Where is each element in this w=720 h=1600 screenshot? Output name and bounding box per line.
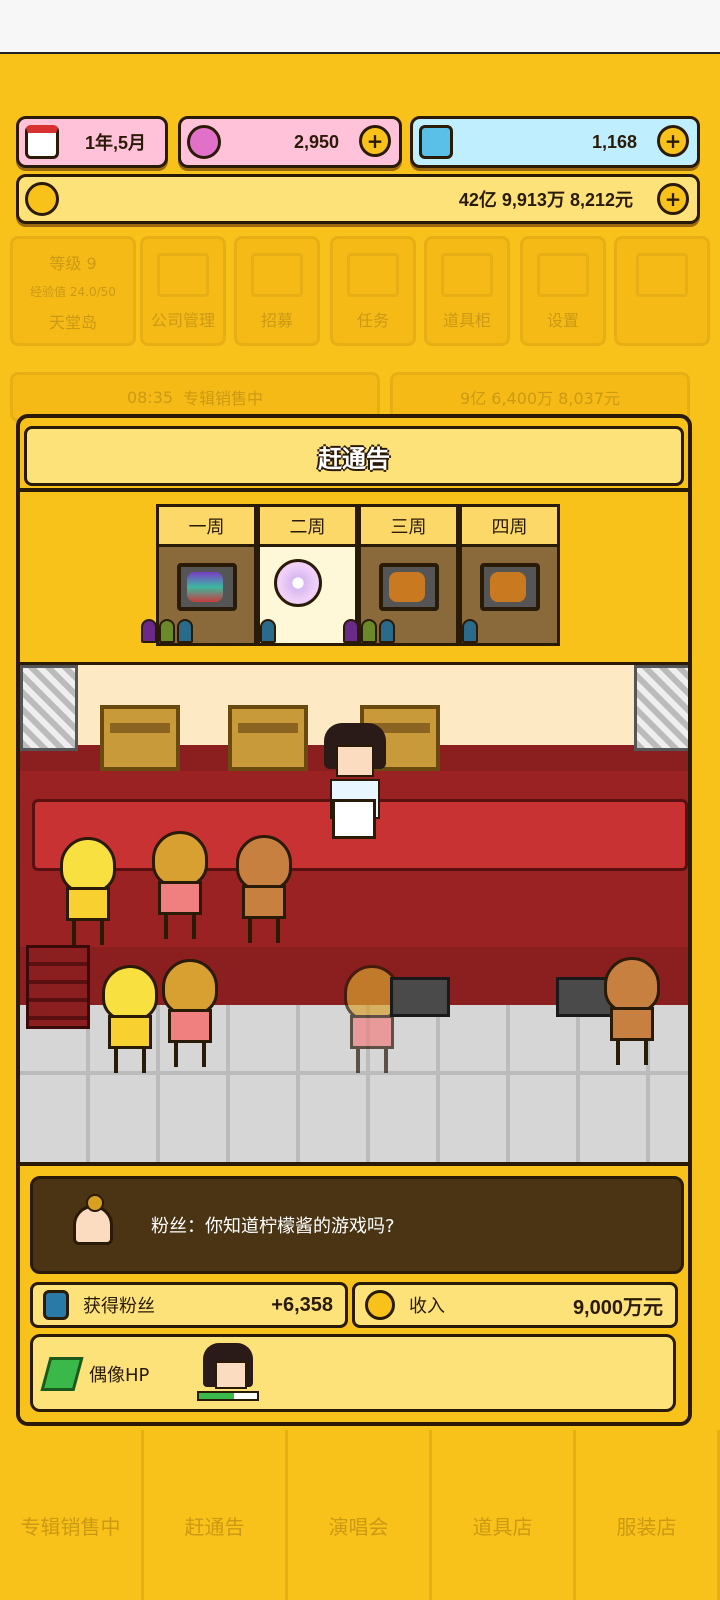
schedule-modal: 赶通告 一周 二周 三周 四周 粉丝：你知道柠檬酱的游戏吗? 获得粉丝 +6,3… [16,414,692,1426]
income-label: 收入 [409,1296,445,1317]
nav-item-shop[interactable]: 道具店 [432,1430,576,1600]
date-text: 1年,5月 [85,133,147,153]
crate [228,705,308,771]
rainbow-tv-icon [177,563,237,611]
fans-value: +6,358 [271,1293,333,1316]
mail-tile [614,236,710,346]
add-blue-currency-button[interactable]: + [657,125,689,157]
settings-tile: 设置 [520,236,606,346]
week-4-tab[interactable]: 四周 [459,504,560,646]
cd-icon [274,559,322,607]
pink-gem-icon [187,125,221,159]
nav-clothing-shop[interactable]: 服装店 [576,1430,720,1600]
exp-text: 经验值 24.0/50 [30,284,116,299]
week-3-tab[interactable]: 三周 [343,504,459,646]
coin-icon [365,1290,395,1320]
tv-icon [379,563,439,611]
status-bar [0,0,720,54]
level-card: 等级 9 经验值 24.0/50 天堂岛 [10,236,136,346]
week-2-label: 二周 [260,507,355,547]
dialog-text: 粉丝：你知道柠檬酱的游戏吗? [151,1216,395,1237]
modal-title: 赶通告 [24,426,684,486]
fan-icon [43,1290,69,1320]
task-tile: 任务 [330,236,416,346]
pink-currency-panel: 2,950 + [178,116,402,168]
pink-currency-value: 2,950 [293,131,339,152]
stage-scene [20,662,688,1165]
blue-diamond-icon [419,125,453,159]
fans-gained: 获得粉丝 +6,358 [30,1282,348,1328]
fan-icons [260,619,276,643]
week-4-label: 四周 [462,507,557,547]
level-text: 等级 9 [49,253,97,273]
bottom-nav: 专辑销售中 赶通告 演唱会 道具店 服装店 [0,1430,720,1600]
nav-concert[interactable]: 演唱会 [288,1430,432,1600]
money-panel: 42亿 9,913万 8,212元 + [16,174,700,224]
fan-icons [141,619,193,643]
idol-hp-row: 偶像HP [30,1334,676,1412]
company-tile: 公司管理 [140,236,226,346]
window-lattice [634,665,688,751]
fan-icons [462,619,478,643]
fan-icons [343,619,395,643]
idol-avatar [203,1343,253,1389]
recruit-tile: 招募 [234,236,320,346]
blue-currency-value: 1,168 [591,131,637,152]
hp-label: 偶像HP [89,1365,150,1386]
lightning-icon [40,1357,84,1391]
crate [100,705,180,771]
fan-avatar-icon [73,1194,113,1245]
nav-schedule[interactable]: 赶通告 [144,1430,288,1600]
info-panel: 粉丝：你知道柠檬酱的游戏吗? 获得粉丝 +6,358 收入 9,000万元 偶像… [20,1162,688,1422]
window-lattice [20,665,78,751]
fans-label: 获得粉丝 [83,1296,155,1317]
date-panel: 1年,5月 [16,116,168,168]
coin-icon [25,182,59,216]
money-value: 42亿 9,913万 8,212元 [458,190,633,210]
add-pink-currency-button[interactable]: + [359,125,391,157]
sign-board [332,799,376,839]
item-tile: 道具柜 [424,236,510,346]
tv-icon [480,563,540,611]
hp-bar [197,1391,259,1401]
week-1-label: 一周 [159,507,254,547]
week-1-tab[interactable]: 一周 [141,504,257,646]
add-money-button[interactable]: + [657,183,689,215]
location-text: 天堂岛 [48,312,97,332]
blue-currency-panel: 1,168 + [410,116,700,168]
calendar-icon [25,125,59,159]
week-selector: 一周 二周 三周 四周 [141,504,560,646]
fan-dialog: 粉丝：你知道柠檬酱的游戏吗? [30,1176,684,1274]
week-3-label: 三周 [361,507,456,547]
stairs [26,945,90,1029]
income: 收入 9,000万元 [352,1282,678,1328]
income-value: 9,000万元 [572,1296,663,1319]
camera [390,977,450,1017]
nav-album[interactable]: 专辑销售中 [0,1430,144,1600]
